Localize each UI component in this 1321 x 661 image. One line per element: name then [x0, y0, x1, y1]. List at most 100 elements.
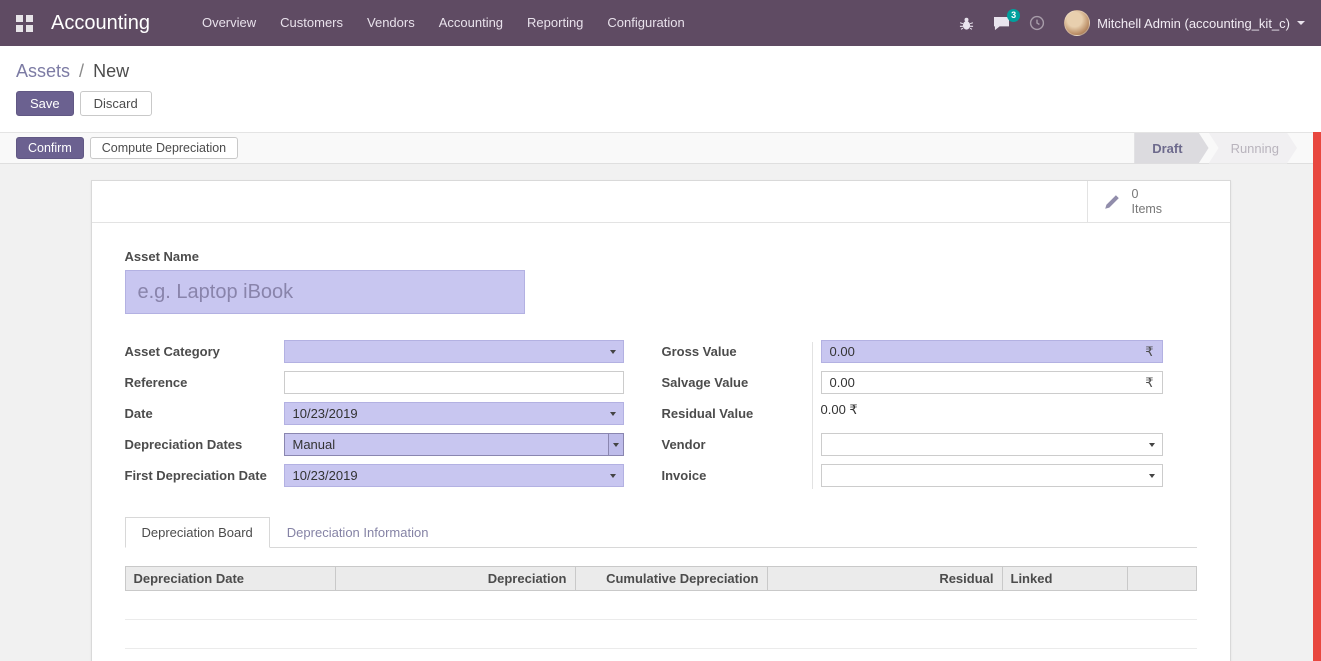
apps-grid-icon[interactable] — [16, 15, 33, 32]
vendor-select[interactable] — [821, 433, 1163, 456]
gross-value-input[interactable]: 0.00 ₹ — [821, 340, 1163, 363]
date-row: Date 10/23/2019 — [125, 402, 624, 425]
status-draft[interactable]: Draft — [1134, 133, 1208, 164]
residual-value-row: Residual Value 0.00 ₹ — [662, 402, 1197, 425]
sheet-top-strip: 0 Items — [92, 181, 1230, 223]
chevron-down-icon — [610, 474, 616, 478]
nav-item-accounting[interactable]: Accounting — [427, 0, 515, 46]
status-pipeline: Draft Running — [1134, 133, 1297, 164]
col-depreciation[interactable]: Depreciation — [336, 567, 576, 590]
first-depreciation-date-label: First Depreciation Date — [125, 464, 284, 487]
table-row[interactable] — [125, 620, 1197, 649]
col-empty — [1128, 567, 1196, 590]
items-count: 0 — [1132, 187, 1163, 201]
tab-depreciation-information[interactable]: Depreciation Information — [270, 517, 446, 548]
right-alert-strip — [1313, 132, 1321, 661]
status-running-label: Running — [1231, 141, 1279, 156]
breadcrumb-current: New — [93, 61, 129, 81]
gross-value-label: Gross Value — [662, 340, 812, 363]
asset-name-block: Asset Name — [125, 249, 1197, 314]
discard-button[interactable]: Discard — [80, 91, 152, 116]
items-stat-button[interactable]: 0 Items — [1087, 181, 1230, 222]
main-menu: Overview Customers Vendors Accounting Re… — [190, 0, 697, 46]
notebook-tabs: Depreciation Board Depreciation Informat… — [125, 517, 1197, 548]
user-menu[interactable]: Mitchell Admin (accounting_kit_c) — [1064, 10, 1305, 36]
user-name: Mitchell Admin (accounting_kit_c) — [1097, 16, 1290, 31]
invoice-row: Invoice — [662, 464, 1197, 487]
chevron-down-icon — [610, 412, 616, 416]
col-residual[interactable]: Residual — [768, 567, 1003, 590]
chevron-down-icon — [1297, 21, 1305, 25]
asset-name-input[interactable] — [125, 270, 525, 314]
first-depreciation-date-row: First Depreciation Date 10/23/2019 — [125, 464, 624, 487]
tab-depreciation-board[interactable]: Depreciation Board — [125, 517, 270, 548]
vendor-label: Vendor — [662, 433, 812, 456]
col-cumulative-depreciation[interactable]: Cumulative Depreciation — [576, 567, 768, 590]
top-navbar: Accounting Overview Customers Vendors Ac… — [0, 0, 1321, 46]
table-row[interactable] — [125, 591, 1197, 620]
left-field-group: Asset Category Reference — [125, 340, 624, 495]
asset-category-label: Asset Category — [125, 340, 284, 363]
salvage-value-row: Salvage Value 0.00 ₹ — [662, 371, 1197, 394]
depreciation-dates-select[interactable]: Manual — [284, 433, 624, 456]
compute-depreciation-button[interactable]: Compute Depreciation — [90, 137, 238, 159]
invoice-select[interactable] — [821, 464, 1163, 487]
depreciation-dates-row: Depreciation Dates Manual — [125, 433, 624, 456]
activities-clock-icon[interactable] — [1029, 15, 1045, 31]
col-linked[interactable]: Linked — [1003, 567, 1128, 590]
breadcrumb: Assets / New — [16, 58, 1305, 84]
first-depreciation-date-input[interactable]: 10/23/2019 — [284, 464, 624, 487]
date-input[interactable]: 10/23/2019 — [284, 402, 624, 425]
asset-category-row: Asset Category — [125, 340, 624, 363]
currency-symbol: ₹ — [1145, 375, 1153, 391]
chevron-down-icon — [610, 350, 616, 354]
asset-category-select[interactable] — [284, 340, 624, 363]
nav-item-customers[interactable]: Customers — [268, 0, 355, 46]
nav-item-overview[interactable]: Overview — [190, 0, 268, 46]
asset-name-label: Asset Name — [125, 249, 1197, 264]
currency-symbol: ₹ — [1145, 344, 1153, 360]
table-header-row: Depreciation Date Depreciation Cumulativ… — [125, 566, 1197, 591]
select-arrow[interactable] — [608, 434, 623, 455]
breadcrumb-assets[interactable]: Assets — [16, 61, 70, 81]
reference-input[interactable] — [284, 371, 624, 394]
user-avatar — [1064, 10, 1090, 36]
vendor-row: Vendor — [662, 433, 1197, 456]
invoice-label: Invoice — [662, 464, 812, 487]
save-button[interactable]: Save — [16, 91, 74, 116]
asset-form-sheet: 0 Items Asset Name Asset Category — [91, 180, 1231, 661]
control-panel: Assets / New Save Discard — [0, 46, 1321, 132]
chevron-down-icon — [1149, 443, 1155, 447]
items-label: Items — [1132, 202, 1163, 216]
gross-value-row: Gross Value 0.00 ₹ — [662, 340, 1197, 363]
messages-count-badge: 3 — [1007, 9, 1020, 22]
depreciation-dates-label: Depreciation Dates — [125, 433, 284, 456]
status-draft-label: Draft — [1152, 141, 1182, 156]
nav-item-configuration[interactable]: Configuration — [595, 0, 696, 46]
right-field-group: Gross Value 0.00 ₹ Salvage Value 0 — [662, 340, 1197, 495]
debug-bug-icon[interactable] — [959, 16, 974, 31]
form-view: 0 Items Asset Name Asset Category — [0, 164, 1321, 661]
nav-item-vendors[interactable]: Vendors — [355, 0, 427, 46]
navbar-left: Accounting Overview Customers Vendors Ac… — [16, 0, 697, 46]
pencil-icon — [1102, 192, 1122, 212]
navbar-right: 3 Mitchell Admin (accounting_kit_c) — [959, 10, 1305, 36]
control-panel-buttons: Save Discard — [16, 91, 1305, 116]
reference-text-input[interactable] — [293, 375, 615, 390]
nav-item-reporting[interactable]: Reporting — [515, 0, 595, 46]
col-depreciation-date[interactable]: Depreciation Date — [126, 567, 336, 590]
residual-value-label: Residual Value — [662, 402, 812, 425]
statusbar-actions: Confirm Compute Depreciation — [16, 137, 238, 159]
sheet-body: Asset Name Asset Category — [92, 223, 1230, 661]
salvage-value-label: Salvage Value — [662, 371, 812, 394]
status-running[interactable]: Running — [1209, 133, 1297, 164]
confirm-button[interactable]: Confirm — [16, 137, 84, 159]
chevron-down-icon — [1149, 474, 1155, 478]
items-stat-text: 0 Items — [1132, 187, 1163, 216]
breadcrumb-separator: / — [79, 61, 84, 81]
messages-icon[interactable]: 3 — [993, 16, 1010, 31]
form-groups: Asset Category Reference — [125, 340, 1197, 495]
depreciation-board-table: Depreciation Date Depreciation Cumulativ… — [125, 566, 1197, 649]
salvage-value-input[interactable]: 0.00 ₹ — [821, 371, 1163, 394]
app-title[interactable]: Accounting — [51, 12, 150, 35]
